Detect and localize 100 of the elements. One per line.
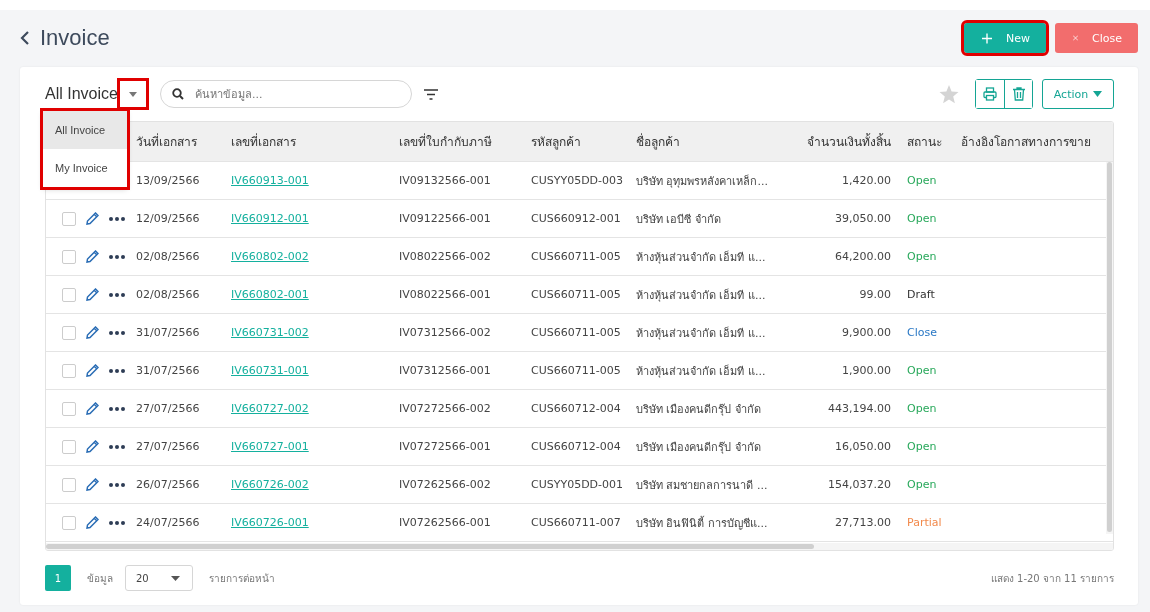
row-checkbox[interactable] <box>62 325 76 340</box>
new-button[interactable]: New <box>964 23 1046 53</box>
page-button[interactable]: 1 <box>45 565 71 591</box>
more-icon[interactable] <box>109 216 125 221</box>
caret-icon <box>128 91 137 97</box>
plus-icon <box>982 32 992 44</box>
column-header: วันที่เอกสาร <box>136 132 198 151</box>
table-cell-text: 02/08/2566 <box>136 250 201 263</box>
action-button[interactable]: Action <box>1042 79 1114 109</box>
row-checkbox[interactable] <box>62 477 76 492</box>
column-header: เลขที่ใบกำกับภาษี <box>399 132 493 151</box>
document-link[interactable]: IV660726-001 <box>231 516 309 529</box>
row-checkbox[interactable] <box>62 363 76 378</box>
table-cell-text: IV09132566-001 <box>399 174 492 187</box>
row-checkbox[interactable] <box>62 211 76 226</box>
search-field[interactable]: ค้นหาข้อมูล... <box>159 80 412 108</box>
scrollbar-thumb[interactable] <box>1107 162 1112 532</box>
table-cell-text: บริษัท อินฟินิตี้ การบัญชีแ... <box>636 515 769 532</box>
more-icon[interactable] <box>109 520 125 525</box>
more-icon[interactable] <box>109 292 125 297</box>
more-icon[interactable] <box>109 482 125 487</box>
pencil-icon[interactable] <box>86 478 99 491</box>
table-cell-text: CUS660712-004 <box>531 402 622 415</box>
close-button[interactable]: Close <box>1055 23 1138 53</box>
pencil-icon[interactable] <box>86 440 99 453</box>
table-cell-text: 27,713.00 <box>834 516 891 529</box>
caret-icon <box>1093 91 1103 97</box>
document-link[interactable]: IV660726-002 <box>231 478 309 491</box>
table-cell-text: CUSYY05DD-003 <box>531 174 625 187</box>
table-cell-text: CUS660711-005 <box>531 288 622 301</box>
pencil-icon[interactable] <box>86 288 99 301</box>
table-cell-text: 1,420.00 <box>841 174 891 187</box>
more-icon[interactable] <box>109 368 125 373</box>
status-text: Open <box>906 174 938 187</box>
table-cell-text: 31/07/2566 <box>136 326 201 339</box>
table-cell-text: IV09122566-001 <box>399 212 492 225</box>
more-icon[interactable] <box>109 406 125 411</box>
document-link[interactable]: IV660731-002 <box>231 326 309 339</box>
table-cell-text: CUS660711-005 <box>531 326 622 339</box>
page-size-select[interactable]: 20 <box>125 565 193 591</box>
table-cell-text: 16,050.00 <box>834 440 891 453</box>
pencil-icon[interactable] <box>86 402 99 415</box>
document-link[interactable]: IV660727-002 <box>231 402 309 415</box>
row-checkbox[interactable] <box>62 287 76 302</box>
table-cell-text: 24/07/2566 <box>136 516 201 529</box>
table-cell-text: ห้างหุ้นส่วนจำกัด เอ็มที แ... <box>636 363 767 380</box>
document-link[interactable]: IV660731-001 <box>231 364 309 377</box>
pencil-icon[interactable] <box>86 364 99 377</box>
pencil-icon[interactable] <box>86 212 99 225</box>
more-icon[interactable] <box>109 444 125 449</box>
status-text: Open <box>906 250 938 263</box>
row-checkbox[interactable] <box>62 401 76 416</box>
table-cell-text: CUS660711-007 <box>531 516 622 529</box>
table-cell-text: CUS660712-004 <box>531 440 622 453</box>
status-text: Open <box>906 212 938 225</box>
document-link[interactable]: IV660802-001 <box>231 288 309 301</box>
filter-icon[interactable] <box>423 88 438 100</box>
status-text: Open <box>906 440 938 453</box>
table-cell-text: CUS660711-005 <box>531 364 622 377</box>
close-icon <box>1073 33 1079 43</box>
page-title: Invoice <box>40 25 110 51</box>
table-cell-text: CUS660912-001 <box>531 212 622 225</box>
menu-item[interactable]: My Invoice <box>43 149 127 187</box>
status-text: Open <box>906 402 938 415</box>
pencil-icon[interactable] <box>86 250 99 263</box>
table-cell-text: CUSYY05DD-001 <box>531 478 625 491</box>
more-icon[interactable] <box>109 330 125 335</box>
row-checkbox[interactable] <box>62 249 76 264</box>
table-cell-text: 99.00 <box>858 288 891 301</box>
row-checkbox[interactable] <box>62 439 76 454</box>
pencil-icon[interactable] <box>86 516 99 529</box>
per-page-label: รายการต่อหน้า <box>209 571 275 586</box>
document-link[interactable]: IV660913-001 <box>231 174 309 187</box>
back-chevron-icon[interactable] <box>20 30 30 46</box>
page-summary: แสดง 1-20 จาก 11 รายการ <box>990 571 1114 586</box>
table-cell-text: 13/09/2566 <box>136 174 201 187</box>
table-cell-text: 27/07/2566 <box>136 440 201 453</box>
table-cell-text: IV07312566-001 <box>399 364 492 377</box>
document-link[interactable]: IV660802-002 <box>231 250 309 263</box>
table-cell-text: 02/08/2566 <box>136 288 201 301</box>
table-cell-text: บริษัท เมืองคนดีกรุ๊ป จำกัด <box>636 439 762 456</box>
column-header: รหัสลูกค้า <box>531 134 582 151</box>
table-cell-text: IV08022566-002 <box>399 250 492 263</box>
row-checkbox[interactable] <box>62 515 76 530</box>
status-text: Draft <box>906 288 936 301</box>
document-link[interactable]: IV660727-001 <box>231 440 309 453</box>
table-cell-text: IV07272566-002 <box>399 402 492 415</box>
document-link[interactable]: IV660912-001 <box>231 212 309 225</box>
more-icon[interactable] <box>109 254 125 259</box>
scrollbar-thumb[interactable] <box>46 544 814 549</box>
delete-button[interactable] <box>1004 80 1032 108</box>
view-dropdown-toggle[interactable] <box>119 81 146 107</box>
menu-item[interactable]: All Invoice <box>43 111 127 149</box>
table-cell-text: 1,900.00 <box>841 364 891 377</box>
table-cell-text: บริษัท อุทุมพรหลังคาเหล็ก... <box>636 173 769 190</box>
table-cell-text: 64,200.00 <box>834 250 891 263</box>
table-cell-text: บริษัท สมชายกลการนาดี ... <box>636 477 769 494</box>
status-text: Open <box>906 364 938 377</box>
pencil-icon[interactable] <box>86 326 99 339</box>
star-icon[interactable] <box>939 84 959 104</box>
